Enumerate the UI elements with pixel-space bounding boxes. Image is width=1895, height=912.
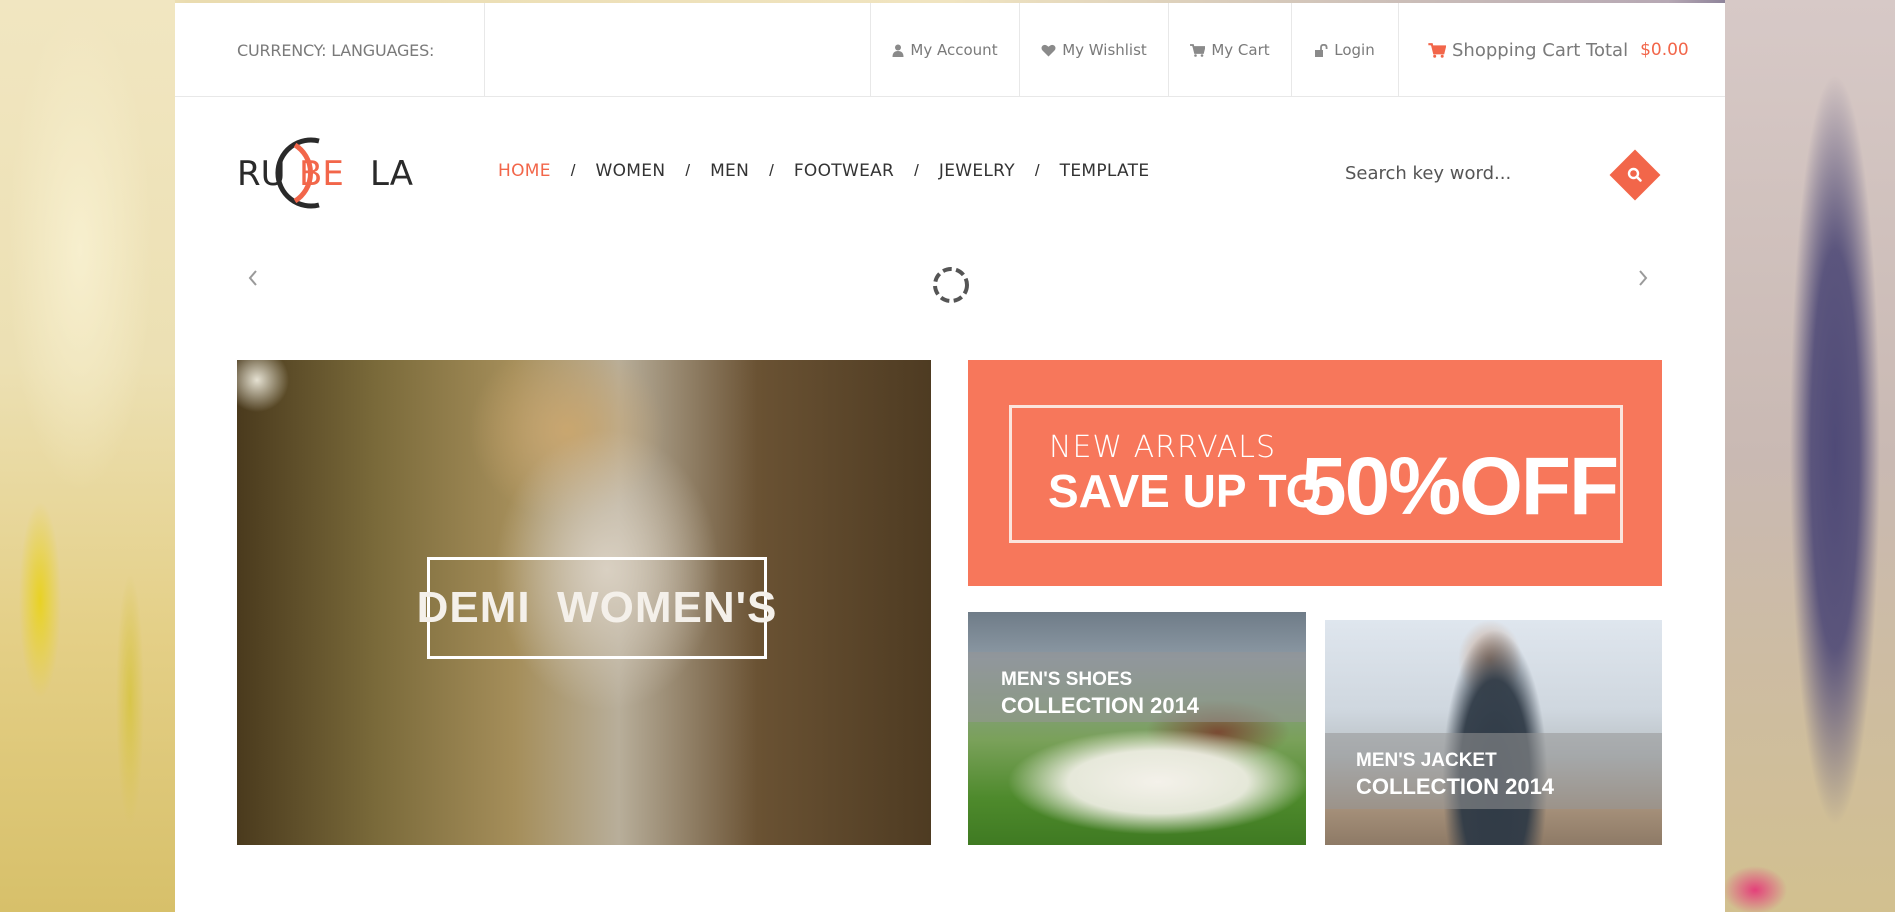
heart-icon — [1041, 44, 1056, 56]
login-link[interactable]: Login — [1291, 3, 1399, 97]
new-arrivals-text: NEW ARRVALS — [1049, 430, 1277, 465]
chevron-right-icon — [1639, 270, 1648, 286]
demi-womens-text: DEMI WOMEN'S — [416, 583, 778, 632]
save-up-to-text: SAVE UP TO — [1048, 465, 1322, 517]
demi-womens-banner[interactable]: DEMI WOMEN'S — [237, 360, 931, 845]
mens-shoes-banner[interactable]: MEN'S SHOES COLLECTION 2014 — [968, 612, 1306, 845]
left-background-image — [0, 0, 175, 912]
demi-womens-caption: DEMI WOMEN'S — [417, 557, 776, 659]
mens-shoes-title: MEN'S SHOES — [1001, 669, 1133, 690]
sale-percent-text: 50%OFF — [1301, 441, 1619, 532]
mens-shoes-caption: MEN'S SHOES COLLECTION 2014 — [1001, 667, 1199, 719]
nav-separator: / — [769, 161, 774, 180]
chevron-left-icon — [248, 270, 257, 286]
nav-item-women[interactable]: WOMEN — [596, 161, 666, 181]
slider-loader — [929, 263, 973, 312]
main-navigation: HOME / WOMEN / MEN / FOOTWEAR / JEWELRY … — [498, 161, 1149, 181]
rubela-logo: RU BE LA — [237, 137, 413, 209]
slider-next-button[interactable] — [1637, 269, 1649, 292]
nav-item-footwear[interactable]: FOOTWEAR — [794, 161, 894, 181]
search-input[interactable] — [1345, 158, 1545, 188]
login-label: Login — [1334, 41, 1375, 59]
right-background-image — [1725, 0, 1895, 912]
my-wishlist-label: My Wishlist — [1062, 41, 1147, 59]
top-bar: CURRENCY: LANGUAGES: My Account My Wishl… — [175, 3, 1725, 97]
nav-item-template[interactable]: TEMPLATE — [1060, 161, 1150, 181]
currency-label: CURRENCY: LANGUAGES: — [237, 40, 435, 60]
my-account-label: My Account — [910, 41, 998, 59]
my-wishlist-link[interactable]: My Wishlist — [1019, 3, 1168, 97]
shopping-cart-total[interactable]: Shopping Cart Total $0.00 — [1428, 3, 1689, 97]
nav-item-home[interactable]: HOME — [498, 161, 551, 181]
nav-item-men[interactable]: MEN — [710, 161, 749, 181]
nav-separator: / — [570, 161, 576, 180]
my-cart-label: My Cart — [1211, 41, 1270, 59]
nav-item-jewelry[interactable]: JEWELRY — [939, 161, 1015, 181]
top-links: My Account My Wishlist My Cart Login — [870, 3, 1399, 97]
search-icon — [1627, 167, 1642, 182]
nav-separator: / — [914, 161, 919, 180]
cart-total-label: Shopping Cart Total — [1452, 39, 1629, 61]
mens-jacket-banner[interactable]: MEN'S JACKET COLLECTION 2014 — [1325, 620, 1662, 845]
slider-prev-button[interactable] — [247, 269, 259, 292]
cart-icon — [1428, 42, 1446, 58]
my-cart-link[interactable]: My Cart — [1168, 3, 1291, 97]
logo-text-left: RU — [237, 154, 286, 194]
user-icon — [892, 44, 904, 57]
cart-total-amount: $0.00 — [1640, 40, 1689, 60]
cart-icon — [1190, 43, 1206, 57]
mens-jacket-collection: COLLECTION 2014 — [1356, 774, 1555, 799]
nav-separator: / — [685, 161, 691, 180]
mens-jacket-caption: MEN'S JACKET COLLECTION 2014 — [1356, 748, 1554, 800]
logo-text-right: LA — [370, 154, 413, 194]
mens-shoes-collection: COLLECTION 2014 — [1001, 693, 1200, 718]
my-account-link[interactable]: My Account — [870, 3, 1019, 97]
currency-language-selector[interactable]: CURRENCY: LANGUAGES: — [237, 3, 485, 97]
unlock-icon — [1315, 43, 1328, 57]
nav-separator: / — [1034, 161, 1040, 180]
mens-jacket-title: MEN'S JACKET — [1356, 750, 1497, 771]
site-logo[interactable]: RU BE LA — [237, 133, 417, 213]
search-button[interactable] — [1609, 149, 1661, 201]
sale-banner[interactable]: NEW ARRVALS SAVE UP TO 50%OFF — [968, 360, 1662, 586]
page-container: CURRENCY: LANGUAGES: My Account My Wishl… — [175, 3, 1725, 912]
spinner-icon — [933, 267, 969, 303]
logo-text-middle: BE — [299, 154, 344, 194]
